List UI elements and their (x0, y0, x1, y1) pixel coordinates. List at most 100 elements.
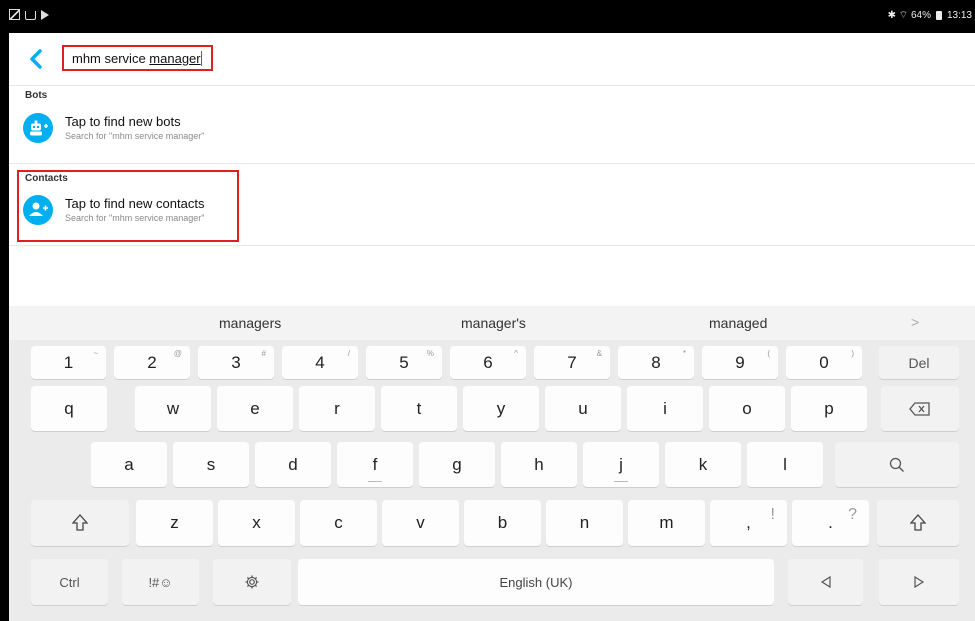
key-label: 9 (735, 352, 745, 372)
person-add-icon (29, 202, 48, 216)
home-row-marker (368, 481, 382, 482)
key-sublabel: % (426, 349, 434, 358)
key-sublabel: ( (767, 349, 770, 358)
key-label: 5 (399, 352, 409, 372)
key-w[interactable]: w (135, 386, 211, 431)
key-r[interactable]: r (299, 386, 375, 431)
key-m[interactable]: m (628, 500, 705, 546)
contact-avatar (23, 195, 53, 225)
bot-avatar (23, 113, 53, 143)
search-query-word: manager (149, 51, 201, 66)
key-q[interactable]: q (31, 386, 107, 431)
symbols-key[interactable]: !#☺ (122, 559, 199, 605)
cursor-left-key[interactable] (788, 559, 863, 605)
suggestion-2[interactable]: manager's (461, 315, 526, 331)
find-bots-title: Tap to find new bots (65, 114, 181, 129)
status-signal-text: ✱ ⌔ 64% (887, 10, 931, 21)
search-input[interactable]: mhm service manager (62, 45, 213, 71)
search-query-prefix: mhm service (72, 51, 150, 66)
key-comma[interactable]: ,! (710, 500, 787, 546)
key-p[interactable]: p (791, 386, 867, 431)
gallery-notification-icon (9, 9, 20, 20)
key-2[interactable]: 2 @ (114, 346, 190, 379)
key-label: 2 (147, 352, 157, 372)
key-1[interactable]: 1 ~ (31, 346, 106, 379)
on-screen-keyboard: managers manager's managed > 1 ~ 2 @ 3 # 4/… (9, 306, 975, 621)
key-label: 6 (483, 352, 493, 372)
key-5[interactable]: 5% (366, 346, 442, 379)
shift-icon (910, 514, 926, 531)
key-label: , (746, 513, 751, 532)
key-a[interactable]: a (91, 442, 167, 487)
key-n[interactable]: n (546, 500, 623, 546)
key-label: . (828, 513, 833, 532)
key-g[interactable]: g (419, 442, 495, 487)
key-sublabel: ~ (93, 349, 98, 358)
key-u[interactable]: u (545, 386, 621, 431)
back-button[interactable] (27, 48, 47, 70)
key-l[interactable]: l (747, 442, 823, 487)
key-i[interactable]: i (627, 386, 703, 431)
key-sublabel: # (261, 349, 266, 358)
key-9[interactable]: 9( (702, 346, 778, 379)
search-icon (889, 457, 904, 472)
key-label: 0 (819, 352, 829, 372)
key-s[interactable]: s (173, 442, 249, 487)
key-label: 4 (315, 352, 325, 372)
key-c[interactable]: c (300, 500, 377, 546)
app: ✱ ⌔ 64% 13:13 mhm service manager Bots T… (9, 0, 975, 621)
suggestions-expand-button[interactable]: > (911, 314, 919, 330)
key-z[interactable]: z (136, 500, 213, 546)
section-divider (9, 163, 975, 164)
suggestion-bar: managers manager's managed > (9, 306, 975, 340)
key-4[interactable]: 4/ (282, 346, 358, 379)
key-x[interactable]: x (218, 500, 295, 546)
section-divider (9, 245, 975, 246)
suggestion-3[interactable]: managed (709, 315, 767, 331)
key-o[interactable]: o (709, 386, 785, 431)
key-b[interactable]: b (464, 500, 541, 546)
arrow-left-icon (820, 576, 831, 588)
search-key[interactable] (835, 442, 959, 487)
key-sublabel: & (596, 349, 602, 358)
key-label: 3 (231, 352, 241, 372)
key-e[interactable]: e (217, 386, 293, 431)
key-k[interactable]: k (665, 442, 741, 487)
key-h[interactable]: h (501, 442, 577, 487)
section-label-bots: Bots (25, 90, 48, 101)
key-f[interactable]: f (337, 442, 413, 487)
find-contacts-subtitle: Search for "mhm service manager" (65, 213, 205, 223)
key-sublabel: ^ (514, 349, 518, 358)
find-contacts-result[interactable]: Tap to find new contacts Search for "mhm… (23, 191, 975, 231)
search-query: mhm service manager (72, 51, 202, 66)
key-t[interactable]: t (381, 386, 457, 431)
shift-key-left[interactable] (31, 500, 129, 546)
suggestion-1[interactable]: managers (219, 315, 281, 331)
backspace-key[interactable] (881, 386, 959, 431)
gear-icon (245, 575, 259, 589)
key-7[interactable]: 7 & (534, 346, 610, 379)
key-6[interactable]: 6 ^ (450, 346, 526, 379)
backspace-icon (909, 401, 930, 416)
space-key[interactable]: English (UK) (298, 559, 774, 605)
arrow-right-icon (914, 576, 925, 588)
notification-icons (9, 9, 49, 20)
find-bots-result[interactable]: Tap to find new bots Search for "mhm ser… (23, 109, 975, 149)
bot-add-icon (30, 120, 48, 136)
delete-key[interactable]: Del (879, 346, 959, 379)
key-8[interactable]: 8 * (618, 346, 694, 379)
settings-key[interactable] (213, 559, 291, 605)
cursor-right-key[interactable] (879, 559, 959, 605)
key-period[interactable]: .? (792, 500, 869, 546)
key-y[interactable]: y (463, 386, 539, 431)
shift-key-right[interactable] (877, 500, 959, 546)
key-v[interactable]: v (382, 500, 459, 546)
key-d[interactable]: d (255, 442, 331, 487)
key-sublabel: ) (851, 349, 854, 358)
battery-icon (935, 11, 942, 20)
ctrl-key[interactable]: Ctrl (31, 559, 108, 605)
key-j[interactable]: j (583, 442, 659, 487)
key-3[interactable]: 3 # (198, 346, 274, 379)
key-sublabel: * (682, 349, 686, 358)
key-0[interactable]: 0) (786, 346, 862, 379)
